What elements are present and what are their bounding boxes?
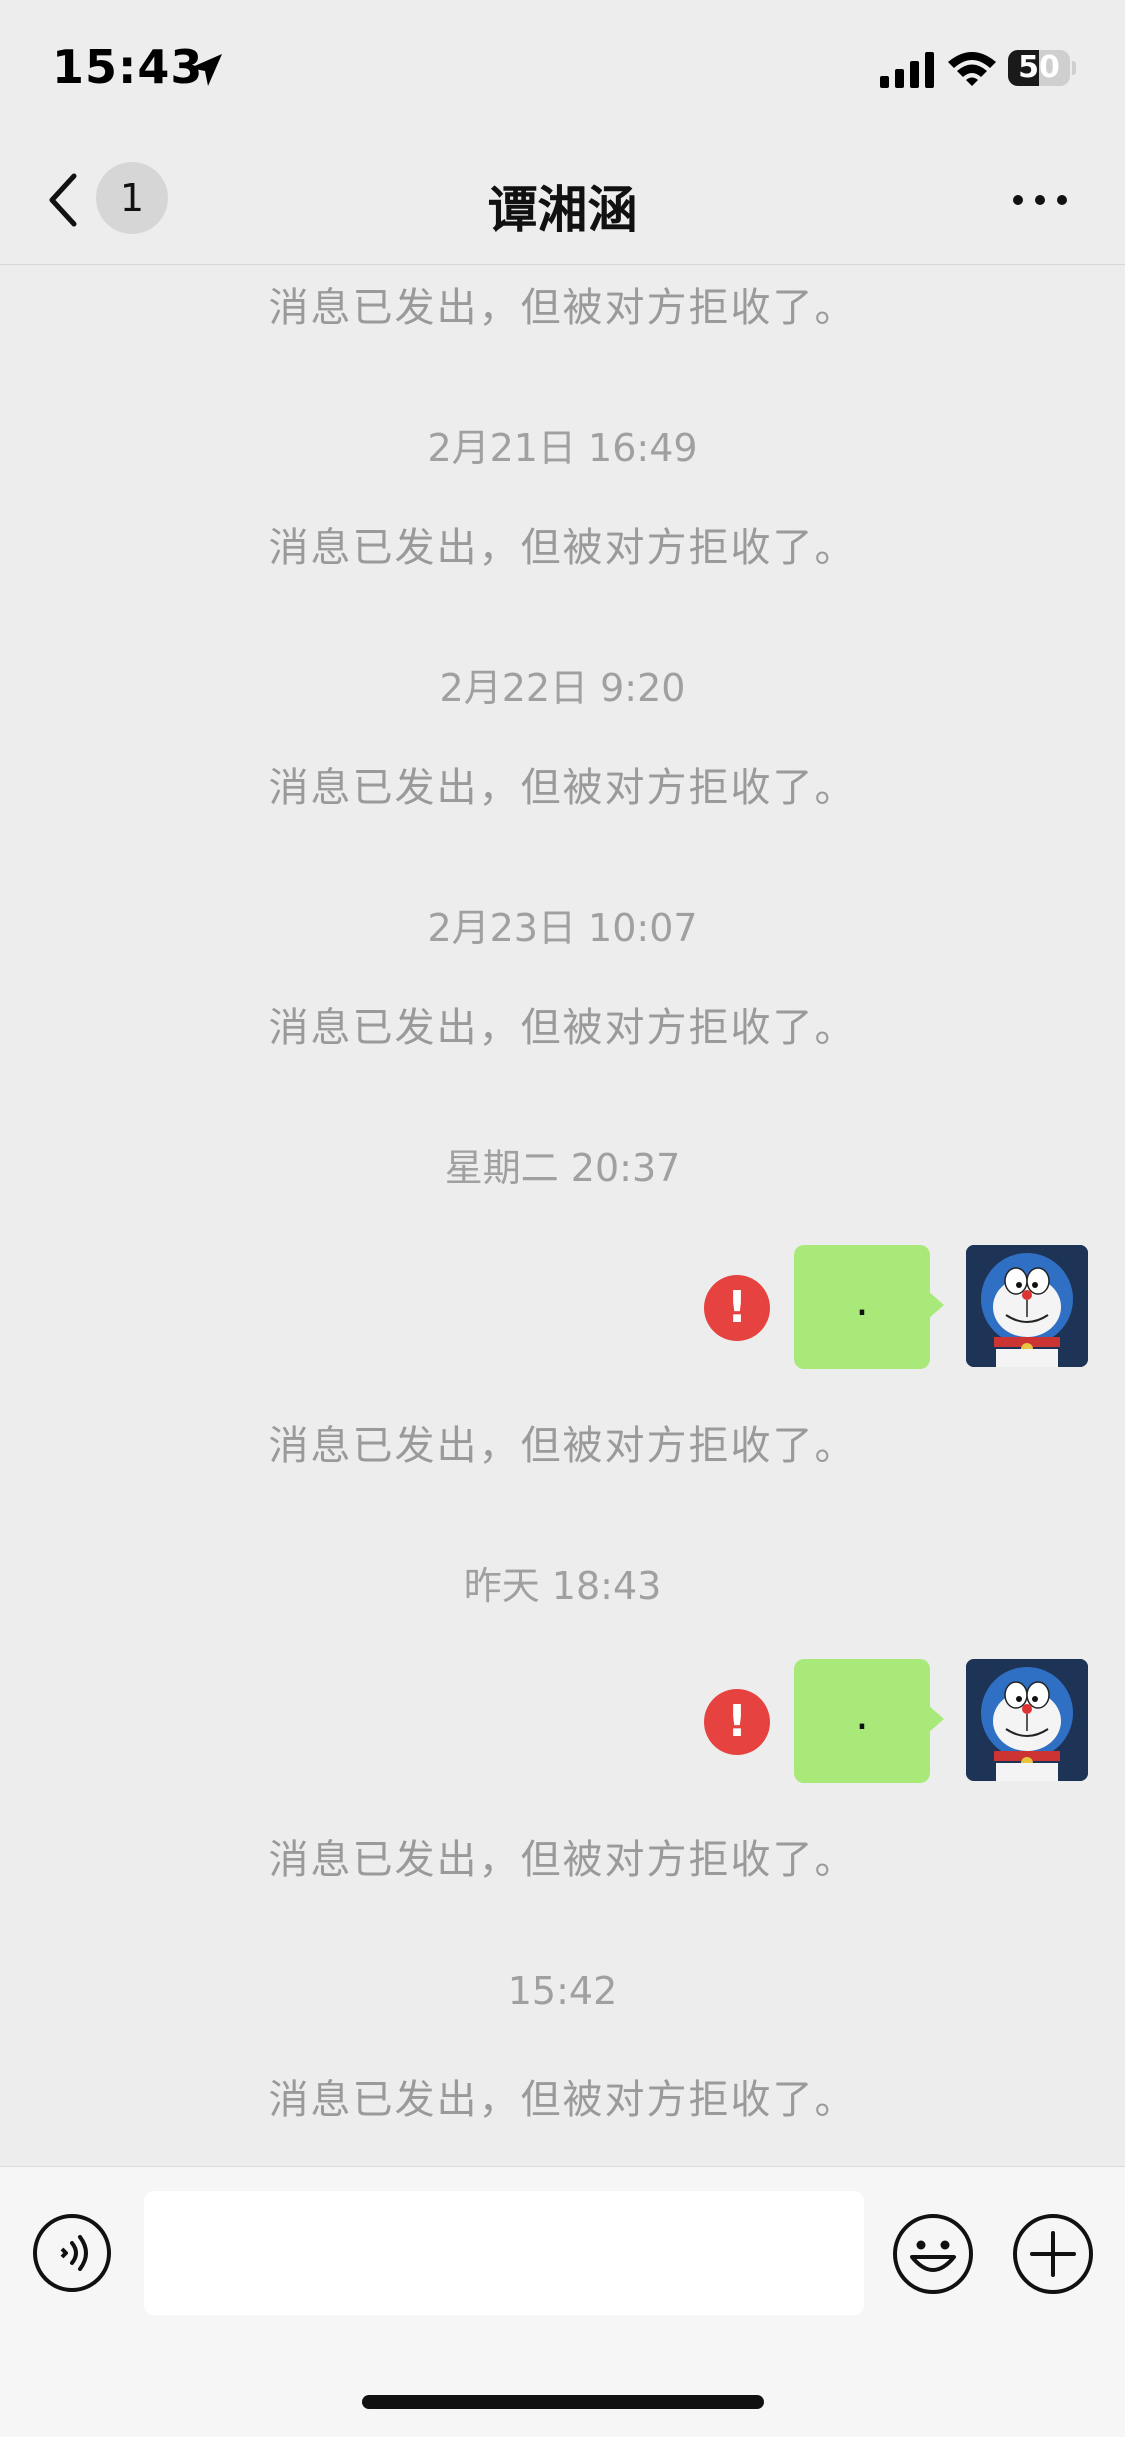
- timestamp: 昨天 18:43: [463, 1564, 662, 1608]
- wifi-icon: [948, 52, 996, 86]
- timestamp: 2月22日 9:20: [439, 666, 686, 710]
- status-time: 15:43: [52, 40, 204, 94]
- cellular-signal-icon: [880, 52, 934, 88]
- timestamp: 星期二 20:37: [444, 1146, 681, 1190]
- location-arrow-icon: [190, 54, 222, 86]
- message-input[interactable]: [144, 2191, 864, 2315]
- timestamp: 2月23日 10:07: [427, 906, 698, 950]
- doraemon-avatar-image: [966, 1245, 1088, 1367]
- system-notice: 消息已发出，但被对方拒收了。: [268, 1837, 857, 1883]
- home-indicator: [362, 2395, 764, 2409]
- timestamp: 2月21日 16:49: [427, 426, 698, 470]
- send-failed-icon[interactable]: !: [704, 1275, 770, 1341]
- doraemon-avatar-image: [966, 1659, 1088, 1781]
- system-notice: 消息已发出，但被对方拒收了。: [268, 1423, 857, 1469]
- message-text: .: [855, 1689, 869, 1740]
- system-notice: 消息已发出，但被对方拒收了。: [268, 1005, 857, 1051]
- message-text: .: [855, 1275, 869, 1326]
- chat-title: 谭湘涵: [487, 181, 638, 239]
- nav-bar: 1 谭湘涵: [0, 140, 1125, 265]
- outgoing-message-row: ! .: [0, 1659, 1125, 1783]
- status-bar: 15:43 50: [0, 0, 1125, 140]
- message-bubble[interactable]: .: [794, 1245, 944, 1369]
- emoji-icon[interactable]: [892, 2213, 974, 2295]
- system-notice: 消息已发出，但被对方拒收了。: [268, 2077, 857, 2123]
- timestamp: 15:42: [507, 1969, 618, 2013]
- battery-level: 50: [1018, 50, 1060, 85]
- input-bar: [0, 2166, 1125, 2437]
- more-options-icon[interactable]: [1010, 190, 1070, 210]
- chat-message-list[interactable]: 消息已发出，但被对方拒收了。 2月21日 16:49 消息已发出，但被对方拒收了…: [0, 265, 1125, 2165]
- outgoing-message-row: ! .: [0, 1245, 1125, 1369]
- voice-icon[interactable]: [32, 2213, 112, 2293]
- system-notice: 消息已发出，但被对方拒收了。: [268, 765, 857, 811]
- system-notice: 消息已发出，但被对方拒收了。: [268, 525, 857, 571]
- avatar[interactable]: [966, 1659, 1088, 1781]
- send-failed-icon[interactable]: !: [704, 1689, 770, 1755]
- message-bubble[interactable]: .: [794, 1659, 944, 1783]
- system-notice: 消息已发出，但被对方拒收了。: [268, 285, 857, 331]
- avatar[interactable]: [966, 1245, 1088, 1367]
- battery-indicator: 50: [1008, 50, 1076, 86]
- plus-icon[interactable]: [1012, 2213, 1094, 2295]
